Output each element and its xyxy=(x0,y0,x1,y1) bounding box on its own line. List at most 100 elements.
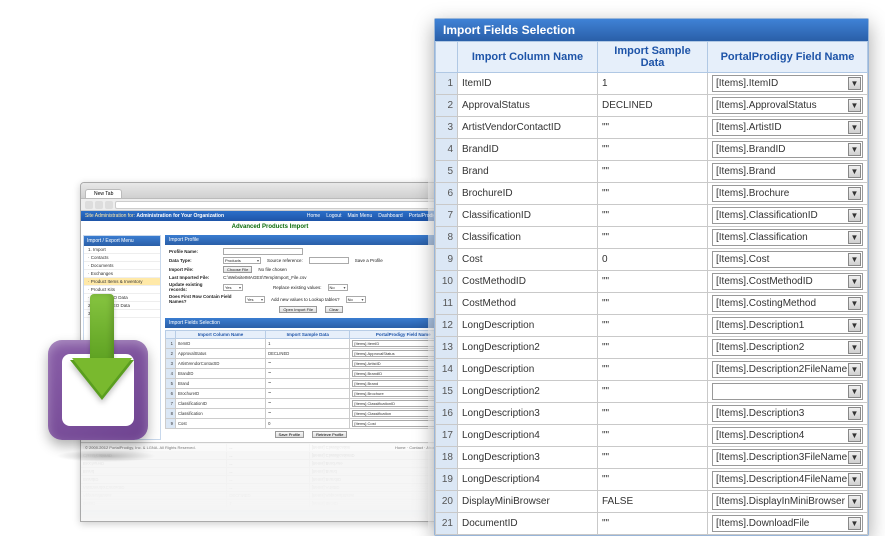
dropdown-arrow-icon[interactable]: ▼ xyxy=(848,275,861,288)
cell-field-select: [Items].ApprovalStatus▼ xyxy=(708,95,868,117)
first-row-select[interactable]: Yes xyxy=(245,296,265,303)
dropdown-arrow-icon[interactable]: ▼ xyxy=(848,363,861,376)
dropdown-arrow-icon[interactable]: ▼ xyxy=(848,341,861,354)
cell-sample-data: "" xyxy=(598,117,708,139)
field-mapping-select[interactable]: [Items].ItemID▼ xyxy=(712,75,863,92)
sidebar-item[interactable]: · Exchanges xyxy=(84,270,160,278)
cell-field-select: [Items].DownloadFile▼ xyxy=(708,513,868,535)
field-mapping-select[interactable]: [Items].Classification▼ xyxy=(712,229,863,246)
dropdown-arrow-icon[interactable]: ▼ xyxy=(848,495,861,508)
cell-field-select: [Items].CostingMethod▼ xyxy=(708,293,868,315)
data-type-select[interactable]: Products xyxy=(223,257,261,264)
label-data-type: Data Type: xyxy=(169,258,217,263)
field-mapping-select[interactable]: [Items].CostMethodID▼ xyxy=(712,273,863,290)
no-file-text: No file chosen xyxy=(258,267,287,272)
cell-sample-data: "" xyxy=(598,469,708,491)
row-number: 14 xyxy=(436,359,458,381)
dropdown-arrow-icon[interactable]: ▼ xyxy=(848,77,861,90)
forward-button[interactable] xyxy=(95,201,103,209)
dropdown-arrow-icon[interactable]: ▼ xyxy=(848,517,861,530)
address-bar[interactable] xyxy=(115,201,445,209)
cell-sample-data: "" xyxy=(598,227,708,249)
cell-field-select: [Items].Description4FileName▼ xyxy=(708,469,868,491)
cell-sample-data: "" xyxy=(598,403,708,425)
nav-main-menu[interactable]: Main Menu xyxy=(347,213,372,219)
field-mapping-select[interactable]: [Items].BrandID▼ xyxy=(712,141,863,158)
field-mapping-select[interactable]: ▼ xyxy=(712,383,863,400)
back-button[interactable] xyxy=(85,201,93,209)
reload-button[interactable] xyxy=(105,201,113,209)
field-mapping-select[interactable]: [Items].Description2▼ xyxy=(712,339,863,356)
nav-home[interactable]: Home xyxy=(307,213,320,219)
dropdown-arrow-icon[interactable]: ▼ xyxy=(848,99,861,112)
dropdown-arrow-icon[interactable]: ▼ xyxy=(848,429,861,442)
cell-column-name: BrandID xyxy=(458,139,598,161)
dropdown-arrow-icon[interactable]: ▼ xyxy=(848,187,861,200)
field-mapping-select[interactable]: [Items].Description3▼ xyxy=(712,405,863,422)
dropdown-arrow-icon[interactable]: ▼ xyxy=(848,209,861,222)
sidebar-item[interactable]: · Product Kits xyxy=(84,286,160,294)
cell-sample-data: "" xyxy=(598,359,708,381)
field-mapping-select[interactable]: [Items].Brochure▼ xyxy=(712,185,863,202)
open-import-file-button[interactable]: Open Import File xyxy=(279,306,317,313)
field-mapping-select[interactable]: [Items].Description4▼ xyxy=(712,427,863,444)
dropdown-arrow-icon[interactable]: ▼ xyxy=(848,407,861,420)
field-mapping-select[interactable]: [Items].DownloadFile▼ xyxy=(712,515,863,532)
field-mapping-select[interactable]: [Items].ClassificationID▼ xyxy=(712,207,863,224)
row-number: 7 xyxy=(436,205,458,227)
sidebar-item[interactable]: · Documents xyxy=(84,262,160,270)
cell-sample-data: "" xyxy=(598,205,708,227)
table-row: 5Brand""[Items].Brand▼ xyxy=(436,161,868,183)
add-new-select[interactable]: No xyxy=(346,296,366,303)
row-number: 16 xyxy=(436,403,458,425)
last-imported-value: C:\WebsiteIMAGES\Temp\Import_File.csv xyxy=(223,275,306,280)
dropdown-arrow-icon[interactable]: ▼ xyxy=(848,143,861,156)
sidebar-item[interactable]: 1. Import xyxy=(84,246,160,254)
choose-file-button[interactable]: Choose File xyxy=(223,266,252,273)
cell-field-select: [Items].Description2FileName▼ xyxy=(708,359,868,381)
field-mapping-select[interactable]: [Items].CostingMethod▼ xyxy=(712,295,863,312)
sidebar-item[interactable]: · Product Items & Inventory xyxy=(84,278,160,286)
mini-col-sample: Import Sample Data xyxy=(266,331,350,339)
header-prefix: Site Administration for: xyxy=(85,213,135,219)
field-mapping-select[interactable]: [Items].ApprovalStatus▼ xyxy=(712,97,863,114)
table-row: 5Brand""[Items].Brand xyxy=(166,379,457,389)
mini-col-name: Import Column Name xyxy=(176,331,266,339)
field-mapping-select[interactable]: [Items].Description4FileName▼ xyxy=(712,471,863,488)
field-mapping-select[interactable]: [Items].Brand▼ xyxy=(712,163,863,180)
dropdown-arrow-icon[interactable]: ▼ xyxy=(848,385,861,398)
update-records-select[interactable]: Yes xyxy=(223,284,243,291)
profile-name-input[interactable] xyxy=(223,248,303,255)
dropdown-arrow-icon[interactable]: ▼ xyxy=(848,165,861,178)
nav-dashboard[interactable]: Dashboard xyxy=(378,213,402,219)
field-mapping-select[interactable]: [Items].Description3FileName▼ xyxy=(712,449,863,466)
dropdown-arrow-icon[interactable]: ▼ xyxy=(848,121,861,134)
clear-button[interactable]: Clear xyxy=(325,306,343,313)
dropdown-arrow-icon[interactable]: ▼ xyxy=(848,319,861,332)
field-mapping-select[interactable]: [Items].Cost▼ xyxy=(712,251,863,268)
table-row: 2ApprovalStatusDECLINED[Items].ApprovalS… xyxy=(436,95,868,117)
cell-field-select: ▼ xyxy=(708,381,868,403)
dropdown-arrow-icon[interactable]: ▼ xyxy=(848,231,861,244)
nav-logout[interactable]: Logout xyxy=(326,213,341,219)
header-org: Administration for Your Organization xyxy=(136,213,224,219)
cell-field-select: [Items].Brochure▼ xyxy=(708,183,868,205)
dropdown-arrow-icon[interactable]: ▼ xyxy=(848,451,861,464)
dropdown-arrow-icon[interactable]: ▼ xyxy=(848,473,861,486)
field-mapping-select[interactable]: [Items].Description1▼ xyxy=(712,317,863,334)
cell-field-select: [Items].Classification▼ xyxy=(708,227,868,249)
browser-tab[interactable]: New Tab xyxy=(85,189,122,198)
label-last-imported: Last Imported File: xyxy=(169,275,217,280)
page-title: Advanced Products Import xyxy=(81,221,459,233)
field-mapping-select[interactable]: [Items].ArtistID▼ xyxy=(712,119,863,136)
cell-field-select: [Items].Description1▼ xyxy=(708,315,868,337)
replace-existing-select[interactable]: No xyxy=(328,284,348,291)
cell-column-name: LongDescription4 xyxy=(458,469,598,491)
sidebar-item[interactable]: · Contacts xyxy=(84,254,160,262)
field-mapping-select[interactable]: [Items].Description2FileName▼ xyxy=(712,361,863,378)
cell-sample-data: DECLINED xyxy=(598,95,708,117)
dropdown-arrow-icon[interactable]: ▼ xyxy=(848,297,861,310)
dropdown-arrow-icon[interactable]: ▼ xyxy=(848,253,861,266)
field-mapping-select[interactable]: [Items].DisplayInMiniBrowser▼ xyxy=(712,493,863,510)
source-ref-input[interactable] xyxy=(309,257,349,264)
